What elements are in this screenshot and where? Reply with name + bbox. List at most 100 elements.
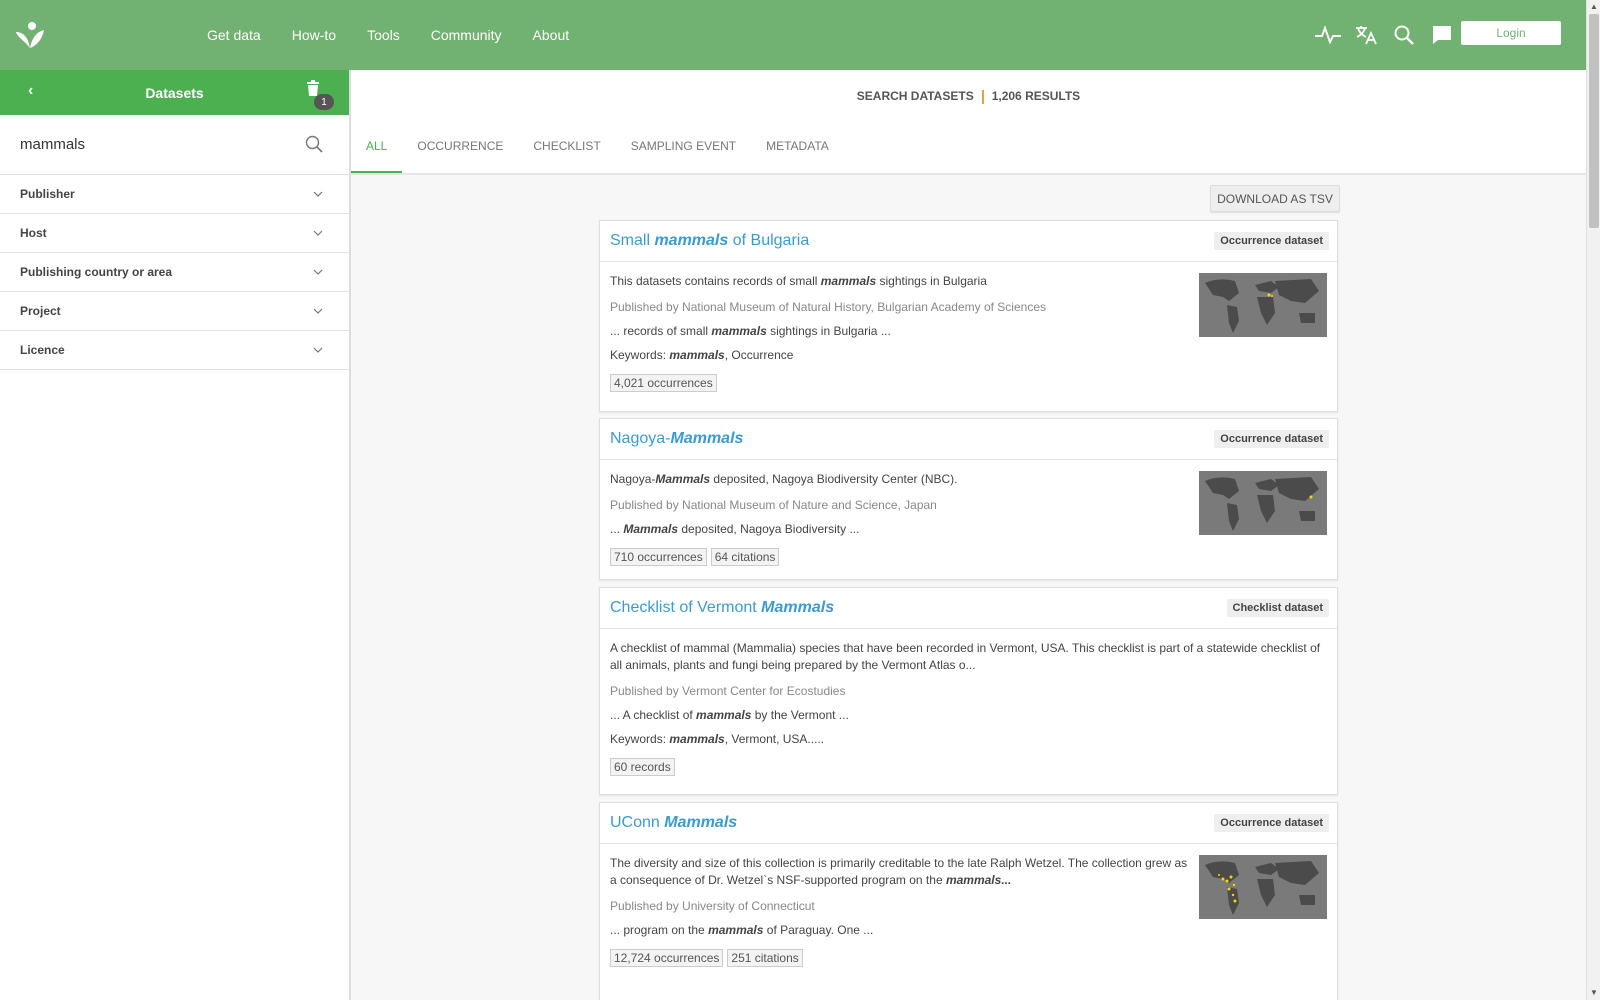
desc-text: The diversity and size of this collectio… — [610, 856, 1188, 887]
scroll-thumb[interactable] — [1589, 14, 1599, 228]
desc-text: Nagoya- — [610, 472, 656, 486]
tab-checklist[interactable]: CHECKLIST — [518, 136, 615, 173]
dataset-title-link[interactable]: UConn Mammals — [610, 814, 737, 832]
sidebar-search — [0, 115, 349, 175]
records-tag[interactable]: 60 records — [610, 758, 675, 776]
card-header: UConn Mammals Occurrence dataset — [600, 803, 1337, 844]
filter-sidebar: ‹ Datasets 1 Publisher Host Publishing c… — [0, 70, 351, 1000]
dataset-description: The diversity and size of this collectio… — [610, 855, 1195, 889]
desc-text: A checklist of mammal (Mammalia) species… — [610, 641, 1321, 672]
result-count: SEARCH DATASETS 1,206 RESULTS — [351, 89, 1586, 104]
title-text: UConn — [610, 814, 665, 831]
dataset-type-badge: Occurrence dataset — [1214, 232, 1329, 250]
keyword-highlight: mammals — [669, 732, 725, 746]
title-text: Checklist of Vermont — [610, 599, 762, 616]
keyword-text: , Vermont, USA..... — [724, 732, 825, 746]
dataset-title-link[interactable]: Checklist of Vermont Mammals — [610, 599, 834, 617]
card-body: This datasets contains records of small … — [600, 262, 1337, 402]
chevron-down-icon — [313, 266, 323, 280]
desc-highlight: mammals — [820, 274, 877, 288]
dataset-type-badge: Occurrence dataset — [1214, 814, 1329, 832]
tab-sampling-event[interactable]: SAMPLING EVENT — [616, 136, 751, 173]
facet-label: Publisher — [20, 187, 75, 201]
chevron-down-icon — [313, 344, 323, 358]
tab-all[interactable]: ALL — [351, 136, 403, 173]
occurrences-tag[interactable]: 4,021 occurrences — [610, 374, 717, 392]
tab-occurrence[interactable]: OCCURRENCE — [402, 136, 518, 173]
citations-tag[interactable]: 251 citations — [727, 949, 803, 967]
title-text: of Bulgaria — [728, 232, 810, 249]
nav-tools[interactable]: Tools — [367, 27, 400, 43]
chevron-down-icon — [313, 188, 323, 202]
feedback-icon[interactable] — [1428, 21, 1456, 49]
nav-icon-group — [1304, 0, 1456, 70]
snippet-text: of Paraguay. One ... — [763, 923, 874, 937]
nav-community[interactable]: Community — [431, 27, 502, 43]
scroll-up-icon[interactable]: ▲ — [1590, 2, 1598, 11]
nav-get-data[interactable]: Get data — [207, 27, 261, 43]
result-total: 1,206 RESULTS — [991, 89, 1081, 103]
card-header: Checklist of Vermont Mammals Checklist d… — [600, 588, 1337, 629]
count-tags: 4,021 occurrences — [610, 374, 1327, 392]
search-icon[interactable] — [1390, 21, 1418, 49]
translate-icon[interactable] — [1352, 21, 1380, 49]
results-main: SEARCH DATASETS 1,206 RESULTS ALL OCCURRE… — [351, 70, 1586, 1000]
dataset-title-link[interactable]: Nagoya-Mammals — [610, 430, 743, 448]
world-map-thumbnail — [1199, 273, 1327, 337]
chevron-down-icon — [313, 227, 323, 241]
facet-label: Licence — [20, 343, 65, 357]
keywords-label: Keywords: — [610, 348, 670, 362]
snippet-highlight: mammals — [696, 708, 752, 722]
dataset-type-badge: Occurrence dataset — [1214, 430, 1329, 448]
scroll-down-icon[interactable]: ▼ — [1590, 988, 1598, 997]
tab-metadata[interactable]: METADATA — [751, 136, 844, 173]
activity-icon[interactable] — [1314, 21, 1342, 49]
search-input[interactable] — [20, 136, 300, 153]
title-highlight: Mammals — [664, 814, 738, 831]
card-body: The diversity and size of this collectio… — [600, 844, 1337, 977]
desc-text: sightings in Bulgaria — [876, 274, 987, 288]
world-map-thumbnail — [1199, 471, 1327, 535]
citations-tag[interactable]: 64 citations — [710, 548, 780, 566]
filter-count-badge: 1 — [314, 94, 334, 110]
occurrences-tag[interactable]: 710 occurrences — [610, 548, 707, 566]
title-text: Nagoya- — [610, 430, 671, 447]
search-icon[interactable] — [305, 135, 323, 156]
title-highlight: mammals — [654, 232, 729, 249]
dataset-description: This datasets contains records of small … — [610, 273, 1195, 290]
match-snippet: ... program on the mammals of Paraguay. … — [610, 923, 1327, 937]
login-button[interactable]: Login — [1461, 21, 1561, 45]
card-body: A checklist of mammal (Mammalia) species… — [600, 629, 1337, 786]
keywords: Keywords: mammals, Occurrence — [610, 348, 1327, 362]
keyword-text: , Occurrence — [724, 348, 794, 362]
facet-publisher[interactable]: Publisher — [0, 175, 349, 214]
facet-publishing-country[interactable]: Publishing country or area — [0, 253, 349, 292]
snippet-text: by the Vermont ... — [751, 708, 849, 722]
dataset-card: Nagoya-Mammals Occurrence dataset Nagoya… — [599, 418, 1338, 580]
dataset-card: Checklist of Vermont Mammals Checklist d… — [599, 587, 1338, 795]
page-scrollbar[interactable]: ▲ ▼ — [1586, 0, 1600, 1000]
nav-how-to[interactable]: How-to — [292, 27, 336, 43]
facet-project[interactable]: Project — [0, 292, 349, 331]
snippet-text: ... — [610, 522, 624, 536]
top-navbar: Get data How-to Tools Community About Lo… — [0, 0, 1586, 70]
snippet-text: sightings in Bulgaria ... — [766, 324, 891, 338]
chevron-left-icon[interactable]: ‹ — [28, 82, 33, 100]
occurrences-tag[interactable]: 12,724 occurrences — [610, 949, 724, 967]
card-header: Small mammals of Bulgaria Occurrence dat… — [600, 221, 1337, 262]
facet-label: Publishing country or area — [20, 265, 173, 279]
facet-licence[interactable]: Licence — [0, 331, 349, 370]
dataset-title-link[interactable]: Small mammals of Bulgaria — [610, 232, 809, 250]
main-nav: Get data How-to Tools Community About — [207, 0, 600, 70]
card-header: Nagoya-Mammals Occurrence dataset — [600, 419, 1337, 460]
title-highlight: Mammals — [670, 430, 744, 447]
gbif-logo-icon[interactable] — [14, 20, 46, 52]
dataset-card: UConn Mammals Occurrence dataset The div… — [599, 802, 1338, 1000]
publisher-text: Published by Vermont Center for Ecostudi… — [610, 684, 846, 698]
download-tsv-button[interactable]: DOWNLOAD AS TSV — [1210, 185, 1340, 212]
facet-host[interactable]: Host — [0, 214, 349, 253]
snippet-highlight: Mammals — [623, 522, 679, 536]
keywords-label: Keywords: — [610, 732, 670, 746]
results-header: SEARCH DATASETS 1,206 RESULTS ALL OCCURRE… — [351, 70, 1586, 175]
nav-about[interactable]: About — [533, 27, 570, 43]
